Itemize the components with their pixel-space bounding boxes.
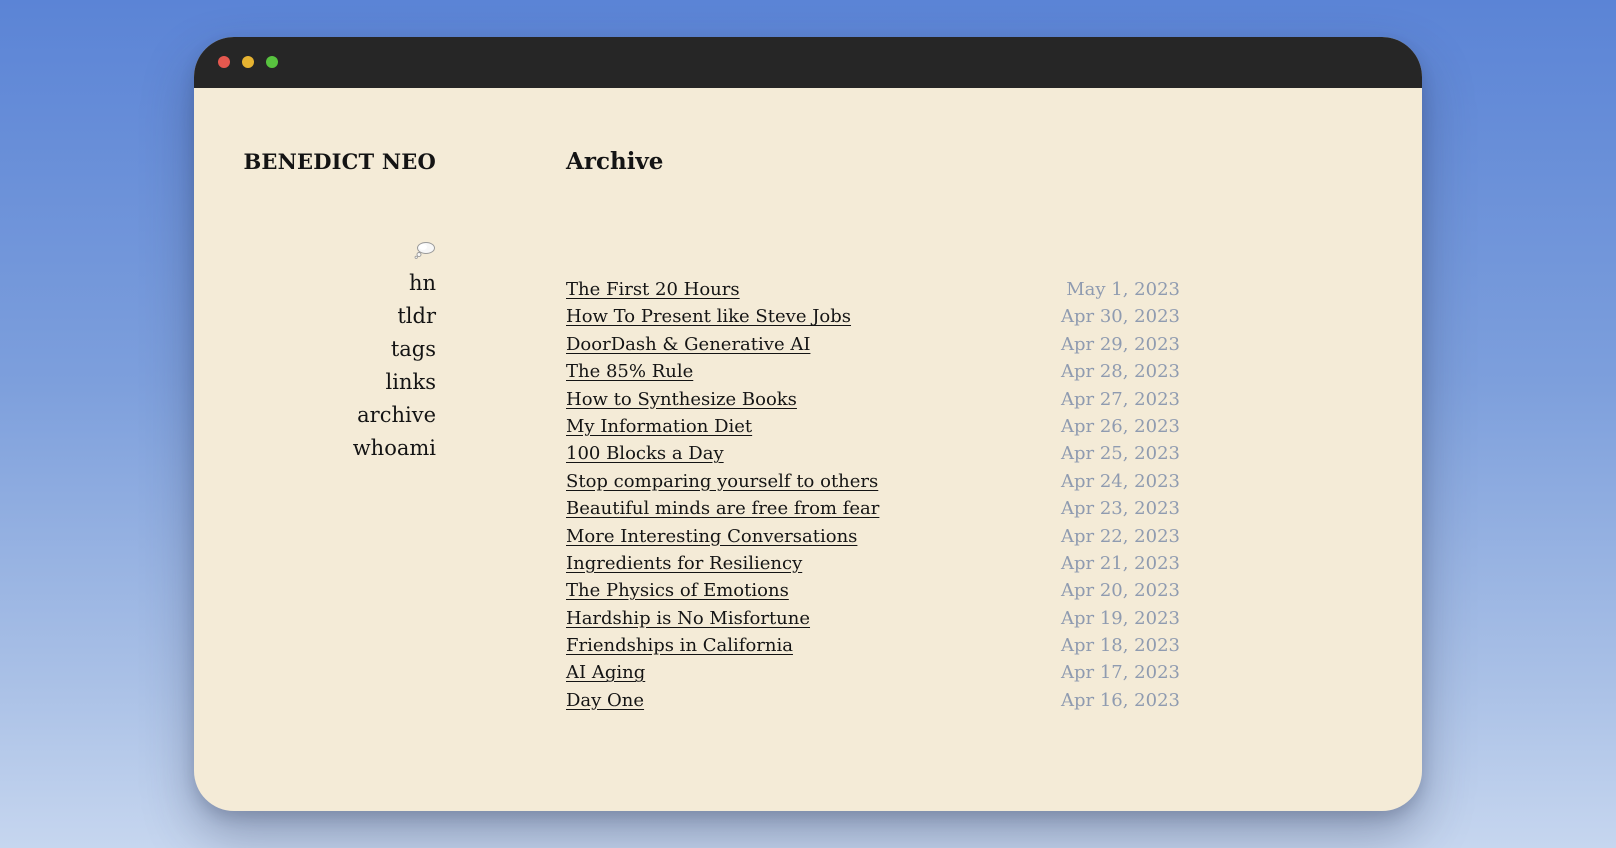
nav-link-archive[interactable]: archive [194, 399, 436, 432]
post-link[interactable]: Hardship is No Misfortune [566, 608, 810, 629]
post-date: Apr 24, 2023 [1060, 470, 1180, 492]
post-link[interactable]: 100 Blocks a Day [566, 443, 724, 464]
post-link[interactable]: More Interesting Conversations [566, 526, 857, 547]
post-link[interactable]: Stop comparing yourself to others [566, 471, 878, 492]
post-date: Apr 22, 2023 [1060, 525, 1180, 547]
post-date: Apr 19, 2023 [1060, 607, 1180, 629]
post-row: DoorDash & Generative AI Apr 29, 2023 [566, 331, 1180, 358]
post-link[interactable]: The First 20 Hours [566, 279, 740, 300]
post-link[interactable]: How to Synthesize Books [566, 389, 797, 410]
post-link[interactable]: Day One [566, 690, 644, 711]
post-date: Apr 30, 2023 [1060, 306, 1180, 328]
post-link[interactable]: The Physics of Emotions [566, 580, 789, 601]
post-row: Hardship is No Misfortune Apr 19, 2023 [566, 605, 1180, 632]
post-row: Friendships in California Apr 18, 2023 [566, 632, 1180, 659]
post-row: The First 20 Hours May 1, 2023 [566, 276, 1180, 303]
post-date: Apr 18, 2023 [1060, 635, 1180, 657]
sidebar-item-archive: archive [194, 399, 436, 432]
page-title: Archive [566, 148, 664, 175]
sidebar-item-tldr: tldr [194, 300, 436, 333]
post-link[interactable]: Friendships in California [566, 635, 793, 656]
post-date: Apr 25, 2023 [1060, 443, 1180, 465]
nav-link-whoami[interactable]: whoami [194, 432, 436, 465]
post-date: Apr 16, 2023 [1060, 689, 1180, 711]
post-link[interactable]: My Information Diet [566, 416, 752, 437]
post-date: Apr 27, 2023 [1060, 388, 1180, 410]
zoom-window-button[interactable] [266, 56, 278, 68]
sidebar-item-whoami: whoami [194, 432, 436, 465]
site-brand-link[interactable]: BENEDICT NEO [194, 149, 436, 174]
post-date: Apr 23, 2023 [1060, 498, 1180, 520]
post-link[interactable]: The 85% Rule [566, 361, 693, 382]
post-date: Apr 17, 2023 [1060, 662, 1180, 684]
post-date: Apr 28, 2023 [1060, 361, 1180, 383]
post-link[interactable]: Ingredients for Resiliency [566, 553, 802, 574]
nav-link-links[interactable]: links [194, 366, 436, 399]
post-link[interactable]: Beautiful minds are free from fear [566, 498, 879, 519]
post-row: Stop comparing yourself to others Apr 24,… [566, 468, 1180, 495]
browser-window: BENEDICT NEO hn tldr tags links archive … [194, 37, 1422, 811]
post-row: More Interesting Conversations Apr 22, 20… [566, 523, 1180, 550]
nav-link-tags[interactable]: tags [194, 333, 436, 366]
nav-link-hn[interactable]: hn [194, 267, 436, 300]
post-date: Apr 21, 2023 [1060, 552, 1180, 574]
post-row: Day One Apr 16, 2023 [566, 687, 1180, 714]
post-row: The 85% Rule Apr 28, 2023 [566, 358, 1180, 385]
post-date: May 1, 2023 [1066, 279, 1180, 300]
nav-link-tldr[interactable]: tldr [194, 300, 436, 333]
post-row: Beautiful minds are free from fear Apr 23… [566, 495, 1180, 522]
sidebar-nav: hn tldr tags links archive whoami [194, 237, 436, 465]
post-row: AI Aging Apr 17, 2023 [566, 659, 1180, 686]
window-titlebar [194, 37, 1422, 88]
post-row: My Information Diet Apr 26, 2023 [566, 413, 1180, 440]
archive-post-list: The First 20 Hours May 1, 2023 How To Pre… [566, 276, 1180, 714]
post-row: 100 Blocks a Day Apr 25, 2023 [566, 440, 1180, 467]
post-date: Apr 26, 2023 [1060, 415, 1180, 437]
close-window-button[interactable] [218, 56, 230, 68]
post-link[interactable]: DoorDash & Generative AI [566, 334, 810, 355]
post-row: How to Synthesize Books Apr 27, 2023 [566, 386, 1180, 413]
post-row: How To Present like Steve Jobs Apr 30, 20… [566, 303, 1180, 330]
minimize-window-button[interactable] [242, 56, 254, 68]
thought-bubble-icon [414, 241, 435, 259]
post-date: Apr 29, 2023 [1060, 333, 1180, 355]
post-row: Ingredients for Resiliency Apr 21, 2023 [566, 550, 1180, 577]
sidebar-item-tags: tags [194, 333, 436, 366]
post-row: The Physics of Emotions Apr 20, 2023 [566, 577, 1180, 604]
post-link[interactable]: How To Present like Steve Jobs [566, 306, 851, 327]
sidebar-item-hn: hn [194, 267, 436, 300]
sidebar-item-thoughts[interactable] [194, 237, 436, 267]
post-date: Apr 20, 2023 [1060, 580, 1180, 602]
post-link[interactable]: AI Aging [566, 662, 645, 683]
sidebar-item-links: links [194, 366, 436, 399]
